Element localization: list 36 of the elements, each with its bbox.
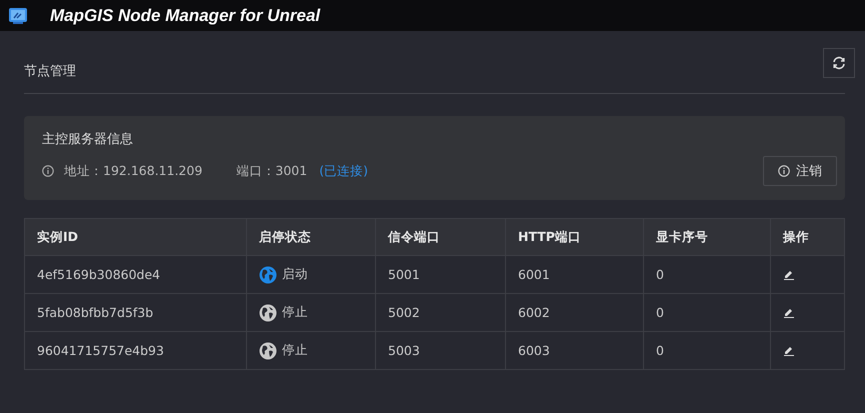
table-cell: 6003 [506, 332, 644, 370]
status-text: 启动 [282, 266, 308, 283]
edit-icon[interactable] [783, 269, 795, 280]
table-cell: 5001 [376, 256, 506, 294]
table-cell: 0 [644, 294, 770, 332]
port-text: 端口：3001 [236, 162, 308, 180]
app-icon [8, 6, 28, 24]
table-cell: 96041715757e4b93 [24, 332, 246, 370]
edit-icon[interactable] [783, 345, 795, 356]
page-title: 节点管理 [24, 62, 76, 80]
table-cell: 0 [644, 256, 770, 294]
logout-button[interactable]: 注销 [763, 156, 837, 186]
status-text: 停止 [282, 342, 308, 359]
table-cell: 5fab08bfbb7d5f3b [24, 294, 246, 332]
info-icon [42, 165, 54, 177]
card-title: 主控服务器信息 [42, 131, 134, 148]
table-cell: 0 [644, 332, 770, 370]
table-cell: 5003 [376, 332, 506, 370]
table-cell: 6002 [506, 294, 644, 332]
column-header: 显卡序号 [644, 218, 770, 256]
refresh-icon [832, 56, 846, 70]
column-header: 信令端口 [376, 218, 506, 256]
info-icon [778, 165, 790, 177]
connection-status: (已连接) [319, 162, 368, 180]
column-header: 操作 [770, 218, 844, 256]
table-cell: 6001 [506, 256, 644, 294]
column-header: 启停状态 [246, 218, 376, 256]
address-text: 地址：192.168.11.209 [64, 162, 202, 180]
window-title: MapGIS Node Manager for Unreal [50, 6, 320, 26]
column-header: HTTP端口 [506, 218, 644, 256]
refresh-button[interactable] [823, 48, 855, 78]
table-cell: 5002 [376, 294, 506, 332]
table-cell: 4ef5169b30860de4 [24, 256, 246, 294]
column-header: 实例ID [24, 218, 246, 256]
status-text: 停止 [282, 304, 308, 321]
edit-icon[interactable] [783, 307, 795, 318]
